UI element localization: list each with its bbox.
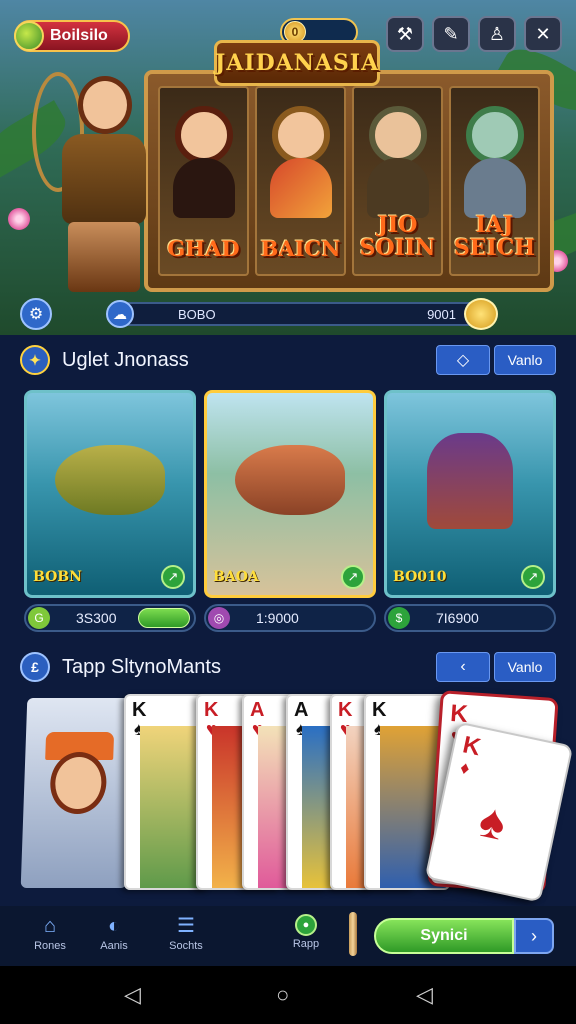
stat-pill[interactable]: ◎ 1:9000 <box>204 604 376 632</box>
home-circle-icon[interactable]: ○ <box>276 982 289 1008</box>
reel-label: BAICN <box>260 235 341 261</box>
home-icon: ⌂ <box>43 915 57 937</box>
view-more-button[interactable]: Vanlo <box>494 652 556 682</box>
recents-icon[interactable]: ◁ <box>416 982 433 1008</box>
nav-app[interactable]: ● Rapp <box>276 914 336 950</box>
back-icon[interactable]: ◁ <box>124 982 141 1008</box>
gold-coin-icon[interactable] <box>464 298 498 330</box>
card-rank: K <box>204 699 219 721</box>
top-toolbar: ⚒ ✎ ♙ ✕ <box>386 16 562 52</box>
view-more-button[interactable]: Vanlo <box>494 345 556 375</box>
section-header-2: £ Tapp SltynoMants ‹ Vanlo <box>20 650 556 684</box>
back-nav-button[interactable]: ‹ <box>436 652 490 682</box>
card-rank: K <box>338 699 353 721</box>
game-card[interactable]: BOBN ↗ <box>24 390 196 598</box>
stat-pill[interactable]: $ 7I6900 <box>384 604 556 632</box>
character-card[interactable] <box>20 698 134 888</box>
section-icon: ✦ <box>20 345 50 375</box>
play-arrow-icon[interactable]: ↗ <box>341 565 365 589</box>
game-stats-row: G 3S300 ◎ 1:9000 $ 7I6900 <box>24 604 556 632</box>
sync-button[interactable]: Synici <box>374 918 514 954</box>
card-rank: A <box>294 699 309 721</box>
character-body <box>172 158 235 218</box>
game-card-tag: BAOA <box>213 569 259 585</box>
hero-status-bar: ⚙ BOBO 9001 ☁ <box>20 298 556 330</box>
cloud-icon[interactable]: ☁ <box>106 300 134 328</box>
character-portrait <box>174 106 233 164</box>
chevron-right-icon[interactable]: › <box>514 918 554 954</box>
character-portrait <box>368 106 427 164</box>
nav-sports[interactable]: ☰ Sochts <box>156 914 216 952</box>
nav-label: Aanis <box>100 940 128 952</box>
game-card-tag: BOBN <box>33 569 82 585</box>
coin-icon: G <box>28 607 50 629</box>
fish-portrait <box>465 106 524 164</box>
person-icon[interactable]: ♙ <box>478 16 516 52</box>
game-card-tag: BO010 <box>393 569 447 585</box>
section-title: Tapp SltynoMants <box>62 655 221 678</box>
settings-icon[interactable]: ⚙ <box>20 298 52 330</box>
progress-bar: BOBO 9001 <box>110 302 498 326</box>
status-dot-icon: ● <box>295 914 317 936</box>
fish-body <box>463 158 526 218</box>
slot-reels[interactable]: GHAD BAICN JIO SOIIN IAJ SEICH <box>144 70 554 292</box>
status-right-value: 9001 <box>427 307 456 322</box>
stat-value: 1:9000 <box>256 610 299 626</box>
game-card[interactable]: BAOA ↗ <box>204 390 376 598</box>
play-arrow-icon[interactable]: ↗ <box>161 565 185 589</box>
stat-value: 7I6900 <box>436 610 479 626</box>
list-icon: ☰ <box>177 915 195 937</box>
character-illustration <box>427 433 513 529</box>
card-rank: K <box>132 699 147 721</box>
game-cards-row: BOBN ↗ BAOA ↗ BO010 ↗ <box>24 390 556 598</box>
profile-badge[interactable]: Boilsilo <box>14 20 130 52</box>
game-card[interactable]: BO010 ↗ <box>384 390 556 598</box>
pickaxe-icon[interactable]: ⚒ <box>386 16 424 52</box>
coin-icon: $ <box>388 607 410 629</box>
heroine-torso <box>62 134 146 224</box>
card-rank: A <box>250 699 265 721</box>
divider-stick <box>349 912 357 956</box>
system-navigation-bar: ◁ ○ ◁ <box>0 966 576 1024</box>
profile-coin-icon <box>14 21 44 51</box>
hero-banner: Boilsilo 0 ⚒ ✎ ♙ ✕ GHAD BAICN JIO SOIIN <box>0 0 576 335</box>
nav-label: Sochts <box>169 940 203 952</box>
face-illustration <box>49 752 108 814</box>
card-deck-row: K ♠ K ♥ A ♥ A ♠ K ♥ K ♠ K ♥ K ♦ ♠ <box>20 690 574 903</box>
nav-label: Rapp <box>292 938 320 950</box>
reel-4: IAJ SEICH <box>449 86 540 276</box>
reel-label: IAJ SEICH <box>453 211 536 261</box>
stat-value: 3S300 <box>76 610 117 626</box>
card-rank: K <box>372 699 387 721</box>
reel-label: GHAD <box>167 235 240 261</box>
reel-2: BAICN <box>255 86 346 276</box>
heroine-character <box>22 64 172 296</box>
reel-3: JIO SOIIN <box>352 86 443 276</box>
nav-label: Rones <box>34 940 66 952</box>
character-body <box>366 158 429 218</box>
profile-badge-label: Boilsilo <box>50 27 108 44</box>
nav-games[interactable]: ◐ Aanis <box>84 914 144 952</box>
game-title: JAIDANASIA <box>214 40 380 86</box>
heroine-head <box>78 76 132 134</box>
stat-pill[interactable]: G 3S300 <box>24 604 196 632</box>
reel-label: JIO SOIIN <box>359 211 436 261</box>
section-header-1: ✦ Uglet Jnonass ◇ Vanlo <box>20 343 556 377</box>
close-x-icon[interactable]: ✕ <box>524 16 562 52</box>
fish-illustration <box>55 445 165 515</box>
section-icon: £ <box>20 652 50 682</box>
status-left-value: BOBO <box>178 307 216 322</box>
hammer-icon[interactable]: ✎ <box>432 16 470 52</box>
heroine-legs <box>68 222 140 292</box>
fish-illustration <box>235 445 345 515</box>
nav-home[interactable]: ⌂ Rones <box>20 914 80 952</box>
fish-body <box>269 158 332 218</box>
gem-icon: ◎ <box>208 607 230 629</box>
play-arrow-icon[interactable]: ↗ <box>521 565 545 589</box>
compass-icon: ◐ <box>107 915 121 937</box>
character-portrait <box>271 106 330 164</box>
section-title: Uglet Jnonass <box>62 348 189 371</box>
green-play-button[interactable] <box>138 608 190 628</box>
diamond-nav-button[interactable]: ◇ <box>436 345 490 375</box>
